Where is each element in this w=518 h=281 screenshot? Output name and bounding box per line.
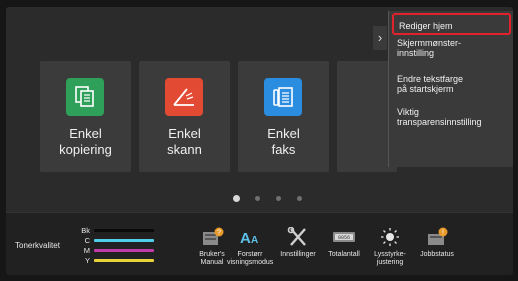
tile-easy-scan[interactable]: Enkel skann: [139, 61, 230, 172]
fax-icon: [264, 78, 302, 116]
shortcut-label: Innstillinger: [280, 251, 316, 258]
shortcut-label: Totalantall: [328, 251, 360, 258]
toner-bar: [94, 249, 154, 252]
page-indicator[interactable]: [6, 195, 513, 204]
toner-label: Tonerkvalitet: [15, 241, 60, 250]
toner-row-black: Bk: [78, 226, 158, 235]
tile-easy-scan-label: Enkel skann: [167, 126, 202, 157]
job-status-icon: !: [428, 227, 448, 245]
shortcut-brightness[interactable]: Lysstyrke- justering: [367, 227, 413, 267]
toner-bar: [94, 239, 154, 242]
toner-letter: Y: [84, 256, 90, 265]
svg-text:A: A: [240, 230, 251, 247]
toner-letter: C: [84, 236, 90, 245]
shortcut-magnify-view[interactable]: A A Forstørr visningsmodus: [227, 227, 273, 267]
copy-icon: [66, 78, 104, 116]
page-dot[interactable]: [255, 196, 260, 201]
toner-letter: M: [83, 246, 90, 255]
device-bezel: Enkel kopiering Enkel skann Enkel faks ›…: [0, 0, 518, 281]
scan-icon: [165, 78, 203, 116]
toner-row-magenta: M: [78, 246, 158, 255]
menu-item-screen-pattern[interactable]: Skjermmønster- innstilling: [397, 38, 508, 58]
svg-text:A: A: [251, 235, 258, 246]
text-size-icon: A A: [240, 230, 258, 247]
page-dot[interactable]: [276, 196, 281, 201]
page-dot-active[interactable]: [233, 195, 240, 202]
tile-easy-copy-label: Enkel kopiering: [59, 126, 112, 157]
tools-icon: [287, 227, 306, 246]
menu-collapse-button[interactable]: ›: [373, 26, 387, 50]
system-bar: Tonerkvalitet Bk C M Y ? Bruker's Manual…: [6, 212, 513, 275]
home-main-area: Enkel kopiering Enkel skann Enkel faks ›…: [6, 7, 513, 212]
shortcut-label: Jobbstatus: [420, 251, 454, 258]
menu-item-edit-home[interactable]: Rediger hjem: [392, 13, 511, 35]
tile-easy-fax[interactable]: Enkel faks: [238, 61, 329, 172]
toner-row-cyan: C: [78, 236, 158, 245]
manual-icon: ?: [203, 227, 224, 245]
tile-easy-copy[interactable]: Enkel kopiering: [40, 61, 131, 172]
toner-bar: [94, 259, 154, 262]
menu-item-transparency[interactable]: Viktig transparensinnstilling: [397, 107, 508, 127]
home-screen: Enkel kopiering Enkel skann Enkel faks ›…: [6, 7, 513, 275]
toner-row-yellow: Y: [78, 256, 158, 265]
toner-letter: Bk: [81, 226, 90, 235]
shortcut-job-status[interactable]: ! Jobbstatus: [414, 227, 460, 259]
brightness-icon: [381, 228, 399, 246]
counter-icon: 0056: [333, 232, 355, 242]
shortcut-settings[interactable]: Innstillinger: [275, 227, 321, 259]
svg-text:!: !: [442, 230, 444, 237]
page-dot[interactable]: [297, 196, 302, 201]
shortcut-total-count[interactable]: 0056 Totalantall: [321, 227, 367, 259]
tile-easy-fax-label: Enkel faks: [267, 126, 300, 157]
svg-text:?: ?: [217, 230, 221, 237]
toner-bar: [94, 229, 154, 232]
menu-item-text-color[interactable]: Endre tekstfarge på startskjerm: [397, 74, 508, 94]
home-action-menu: Rediger hjem Skjermmønster- innstilling …: [388, 11, 513, 167]
svg-text:0056: 0056: [338, 235, 350, 241]
shortcut-label: Forstørr visningsmodus: [227, 251, 274, 266]
shortcut-label: Lysstyrke- justering: [374, 251, 406, 266]
